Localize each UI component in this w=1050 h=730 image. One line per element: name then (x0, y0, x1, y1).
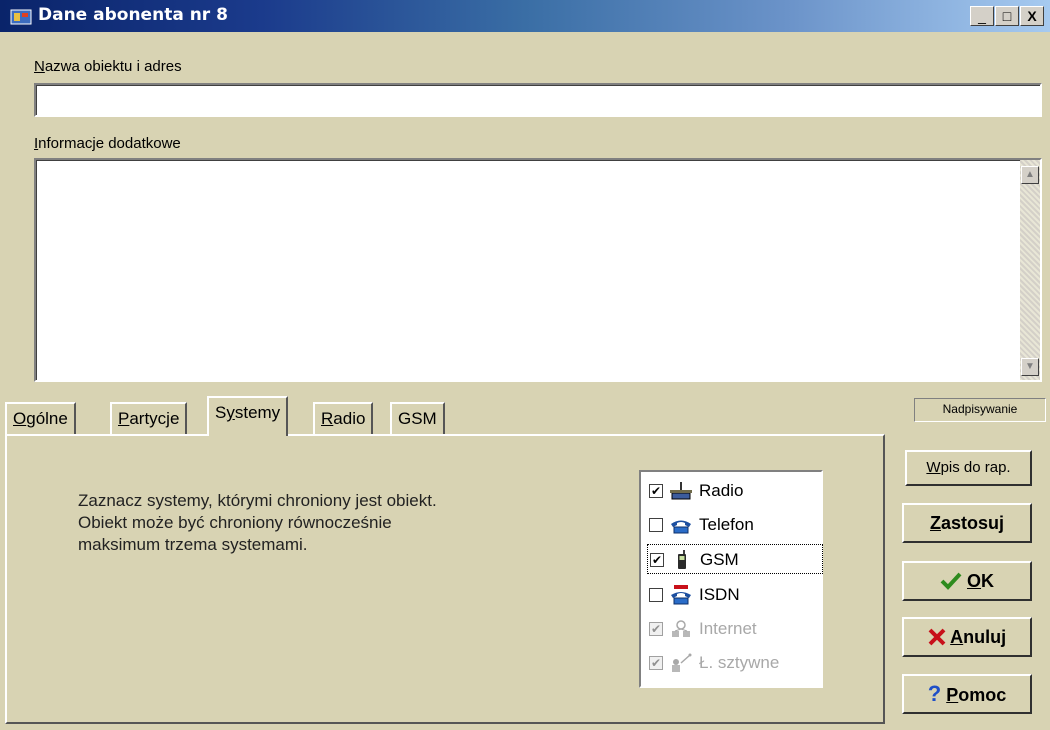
internet-network-icon (672, 620, 690, 637)
system-item-radio[interactable]: ✔ Radio (647, 476, 817, 506)
telefon-checkbox[interactable] (649, 518, 663, 532)
radio-checkbox[interactable]: ✔ (649, 484, 663, 498)
telephone-icon (671, 520, 691, 534)
tab-partycje[interactable]: Partycje (110, 402, 188, 434)
report-entry-button[interactable]: Wpis do rap. (905, 450, 1032, 486)
additional-info-label: Informacje dodatkowe (34, 135, 181, 152)
system-item-isdn[interactable]: ISDN (647, 580, 817, 610)
isdn-phone-icon (671, 585, 691, 605)
tab-systemy[interactable]: Systemy (207, 396, 289, 436)
system-item-gsm[interactable]: ✔ GSM (647, 544, 823, 574)
tab-gsm[interactable]: GSM (390, 402, 445, 434)
system-item-lacza-sztywne: ✔ Ł. sztywne (647, 648, 817, 678)
isdn-checkbox[interactable] (649, 588, 663, 602)
window-title: Dane abonenta nr 8 (38, 5, 228, 25)
gsm-label: GSM (700, 550, 739, 569)
app-icon (10, 9, 32, 25)
lacza-sztywne-label: Ł. sztywne (699, 653, 780, 672)
leased-line-icon (672, 653, 692, 672)
system-item-telefon[interactable]: Telefon (647, 510, 817, 540)
systems-checklist[interactable]: ✔ Radio Telefon ✔ GSM ISDN ✔ Internet ✔ … (639, 470, 823, 688)
radio-label: Radio (699, 481, 744, 500)
isdn-label: ISDN (699, 585, 740, 604)
gsm-checkbox[interactable]: ✔ (650, 553, 664, 567)
lacza-sztywne-checkbox: ✔ (649, 656, 663, 670)
maximize-button[interactable]: □ (995, 6, 1019, 26)
help-button[interactable]: ? Pomoc (902, 674, 1032, 714)
system-item-internet: ✔ Internet (647, 614, 817, 644)
name-address-label: Nazwa obiektu i adres (34, 58, 182, 75)
help-question-icon: ? (927, 681, 942, 706)
additional-info-textarea[interactable]: ▲ ▼ (34, 158, 1042, 382)
internet-label: Internet (699, 619, 757, 638)
scroll-up-button[interactable]: ▲ (1021, 166, 1039, 184)
tab-ogolne[interactable]: Ogólne (5, 402, 76, 434)
telefon-label: Telefon (699, 515, 754, 534)
mobile-phone-icon (678, 550, 686, 569)
title-bar[interactable]: Dane abonenta nr 8 _ □ X (0, 0, 1050, 32)
tab-radio[interactable]: Radio (313, 402, 374, 434)
cancel-x-icon (928, 628, 946, 646)
scroll-down-button[interactable]: ▼ (1021, 358, 1039, 376)
info-scrollbar[interactable]: ▲ ▼ (1020, 160, 1040, 380)
apply-button[interactable]: Zastosuj (902, 503, 1032, 543)
name-address-input[interactable] (34, 83, 1042, 117)
cancel-button[interactable]: Anuluj (902, 617, 1032, 657)
radio-antenna-icon (670, 482, 692, 500)
minimize-button[interactable]: _ (970, 6, 994, 26)
internet-checkbox: ✔ (649, 622, 663, 636)
checkmark-icon (940, 572, 962, 590)
ok-button[interactable]: OK (902, 561, 1032, 601)
overwrite-status: Nadpisywanie (914, 398, 1046, 422)
systems-info-text: Zaznacz systemy, którymi chroniony jest … (78, 491, 437, 554)
close-button[interactable]: X (1020, 6, 1044, 26)
